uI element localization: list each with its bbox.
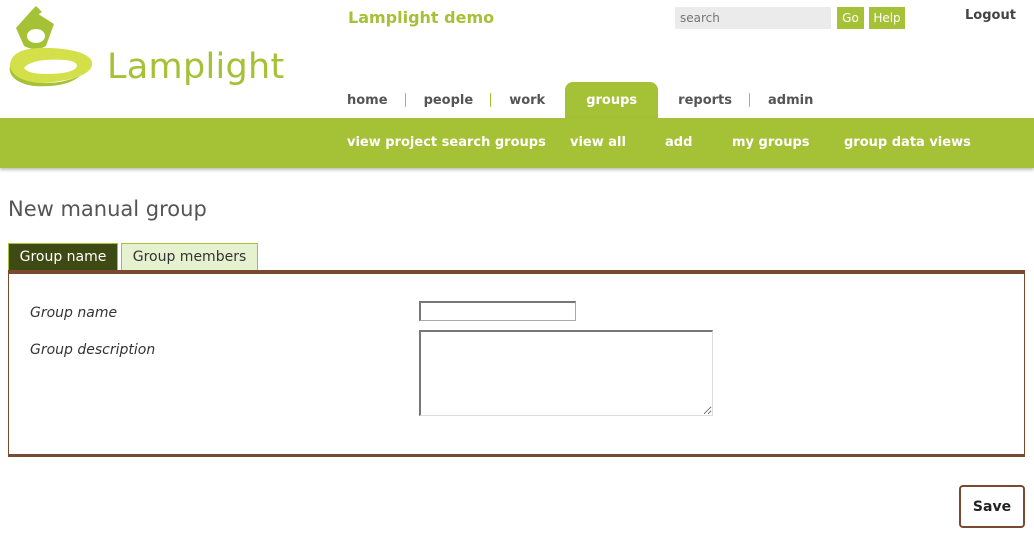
subnav-view-all[interactable]: view all bbox=[570, 135, 626, 150]
page: Lamplight Lamplight demo Go Help Logout … bbox=[0, 0, 1034, 537]
lamp-logo-icon bbox=[9, 6, 93, 87]
go-button[interactable]: Go bbox=[837, 7, 864, 29]
help-button[interactable]: Help bbox=[869, 7, 905, 29]
nav-reports[interactable]: reports bbox=[660, 82, 750, 118]
group-name-label: Group name bbox=[30, 305, 118, 321]
subnav-my-groups[interactable]: my groups bbox=[732, 135, 810, 150]
group-description-label: Group description bbox=[30, 342, 156, 358]
logo-text: Lamplight bbox=[107, 47, 285, 87]
nav-work[interactable]: work bbox=[491, 82, 563, 118]
group-name-input[interactable] bbox=[419, 301, 576, 321]
subnav-group-data-views[interactable]: group data views bbox=[844, 135, 971, 150]
nav-home[interactable]: home bbox=[330, 82, 406, 118]
save-button[interactable]: Save bbox=[959, 485, 1025, 528]
tab-group-members[interactable]: Group members bbox=[121, 243, 258, 270]
subnav-add[interactable]: add bbox=[665, 135, 692, 150]
tab-group-name[interactable]: Group name bbox=[8, 243, 118, 270]
main-nav: home people work groups reports admin bbox=[330, 82, 831, 118]
subnav-view-project-search-groups[interactable]: view project search groups bbox=[347, 135, 546, 150]
form-panel: Group name Group description bbox=[8, 270, 1025, 457]
logout-link[interactable]: Logout bbox=[965, 8, 1016, 23]
nav-admin[interactable]: admin bbox=[750, 82, 831, 118]
nav-people[interactable]: people bbox=[406, 82, 492, 118]
sub-nav: view project search groups view all add … bbox=[0, 118, 1034, 168]
lamplight-logo[interactable]: Lamplight bbox=[6, 6, 284, 90]
app-title: Lamplight demo bbox=[348, 8, 495, 27]
page-title: New manual group bbox=[8, 197, 207, 221]
nav-groups[interactable]: groups bbox=[565, 82, 659, 118]
group-description-textarea[interactable] bbox=[419, 330, 713, 416]
search-input[interactable] bbox=[675, 7, 831, 29]
